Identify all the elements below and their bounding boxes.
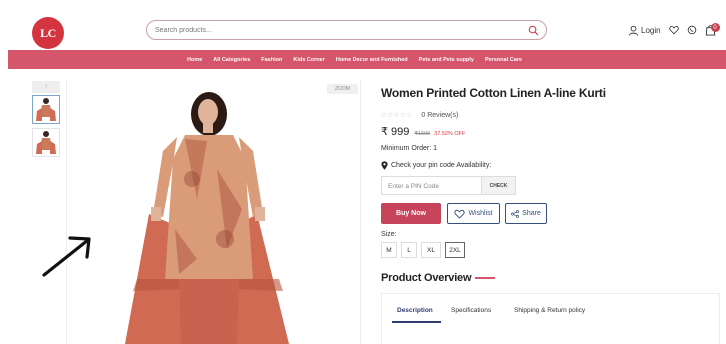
size-option-xl[interactable]: XL	[421, 242, 441, 258]
nav-item-kids-corner[interactable]: Kids Corner	[293, 57, 324, 63]
selling-price: ₹ 999	[381, 126, 410, 138]
overview-title: Product Overview	[381, 272, 472, 284]
check-pin-button[interactable]: CHECK	[481, 177, 515, 194]
annotation-arrow	[42, 236, 91, 277]
discount-percent: 37.52% OFF	[434, 131, 466, 137]
user-icon	[628, 25, 639, 36]
tab-shipping-return[interactable]: Shipping & Return policy	[514, 307, 585, 314]
share-label: Share	[522, 210, 541, 217]
nav-item-home-decor[interactable]: Home Decor and Furnished	[336, 57, 408, 63]
heart-icon	[668, 26, 679, 35]
active-tab-indicator	[392, 321, 441, 323]
zoom-button[interactable]: ZOOM	[327, 84, 358, 94]
size-options: M L XL 2XL	[381, 242, 469, 258]
size-option-2xl[interactable]: 2XL	[445, 242, 465, 258]
whatsapp-icon	[687, 25, 696, 35]
location-pin-icon	[381, 161, 388, 170]
nav-item-home[interactable]: Home	[187, 57, 202, 63]
search-bar[interactable]	[146, 20, 547, 40]
wishlist-header-button[interactable]	[668, 25, 679, 35]
header-actions: Login 0	[628, 22, 720, 38]
cart-count-badge: 0	[710, 23, 720, 32]
wishlist-label: Wishlist	[468, 210, 493, 217]
star-rating: ☆☆☆☆☆	[381, 112, 413, 119]
pin-code-box: CHECK	[381, 176, 516, 195]
product-thumbnail-image	[33, 96, 59, 123]
login-label: Login	[641, 25, 661, 35]
rating-row: ☆☆☆☆☆ 0 Review(s)	[381, 111, 458, 120]
product-photo	[67, 79, 360, 344]
tab-description[interactable]: Description	[397, 307, 433, 314]
thumbnail-scroll-up[interactable]: ↑	[32, 81, 60, 93]
thumbnail-2[interactable]	[32, 128, 60, 157]
brand-logo[interactable]: LC	[32, 17, 64, 49]
details-tabs: Description Specifications Shipping & Re…	[381, 293, 720, 344]
tab-specifications[interactable]: Specifications	[451, 307, 491, 314]
size-label: Size:	[381, 231, 397, 238]
review-count[interactable]: 0 Review(s)	[421, 112, 458, 119]
heart-icon	[454, 209, 466, 219]
category-nav: Home All Categories Fashion Kids Corner …	[8, 50, 726, 69]
thumbnail-1[interactable]	[32, 95, 60, 124]
wishlist-button[interactable]: Wishlist	[447, 203, 500, 224]
nav-item-all-categories[interactable]: All Categories	[213, 57, 250, 63]
pin-availability-label: Check your pin code Availability:	[381, 161, 491, 170]
size-option-m[interactable]: M	[381, 242, 397, 258]
search-input[interactable]	[155, 24, 525, 37]
pin-question-text: Check your pin code Availability:	[391, 162, 492, 169]
share-icon	[511, 209, 520, 218]
pin-code-input[interactable]	[388, 180, 478, 192]
product-thumbnail-image	[33, 129, 59, 156]
whatsapp-button[interactable]	[687, 25, 697, 35]
nav-item-pets[interactable]: Pets and Pets supply	[419, 57, 474, 63]
minimum-order: Minimum Order: 1	[381, 145, 438, 152]
heading-accent-line	[475, 277, 496, 279]
product-title: Women Printed Cotton Linen A-line Kurti	[381, 86, 606, 100]
main-product-image[interactable]	[66, 79, 361, 344]
search-icon[interactable]	[528, 25, 539, 36]
nav-item-personal-care[interactable]: Personal Care	[485, 57, 522, 63]
login-link[interactable]: Login	[628, 25, 661, 36]
buy-now-button[interactable]: Buy Now	[381, 203, 441, 224]
price-row: ₹ 999 ₹1600 37.52% OFF	[381, 125, 465, 138]
original-price: ₹1600	[414, 131, 431, 137]
cart-button[interactable]: 0	[705, 23, 720, 36]
size-option-l[interactable]: L	[401, 242, 417, 258]
nav-item-fashion[interactable]: Fashion	[261, 57, 282, 63]
product-overview-heading: Product Overview	[381, 272, 496, 284]
zoom-label: ZOOM	[335, 86, 350, 92]
site-header: LC Login	[0, 0, 726, 50]
share-button[interactable]: Share	[505, 203, 547, 224]
logo-text: LC	[40, 26, 56, 40]
